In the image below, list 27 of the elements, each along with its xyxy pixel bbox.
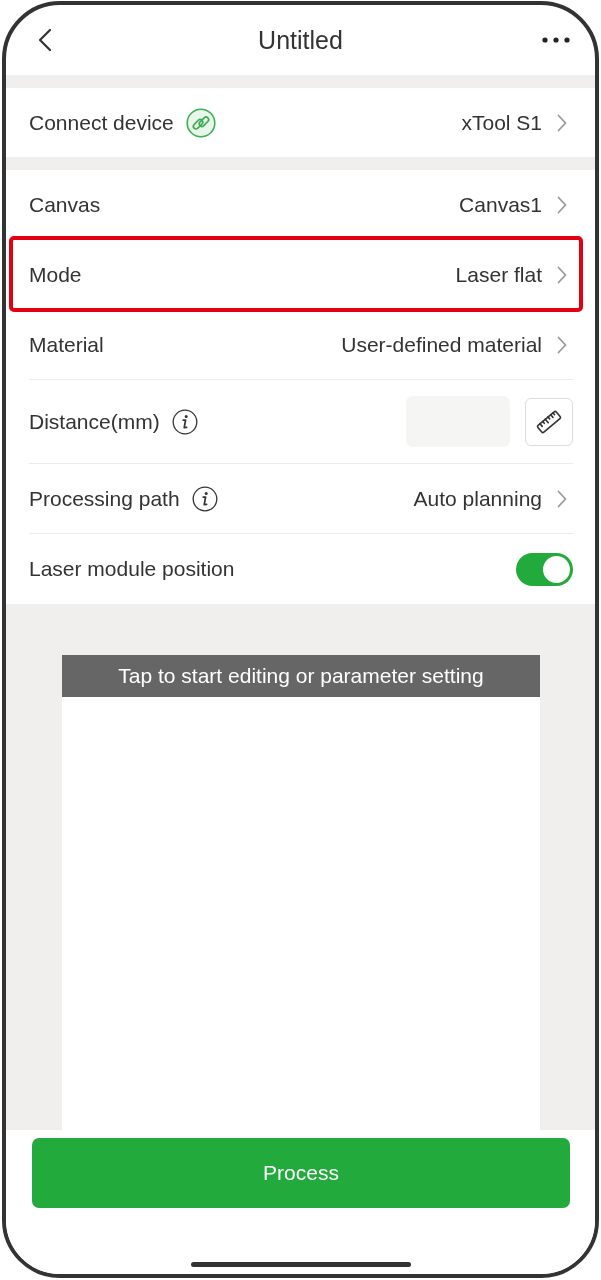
back-icon[interactable]	[37, 28, 53, 52]
setting-label: Processing path	[29, 486, 180, 511]
setting-value[interactable]: Laser flat	[455, 262, 542, 287]
more-icon[interactable]	[542, 37, 570, 43]
page-title: Untitled	[258, 25, 343, 55]
chevron-icon[interactable]	[557, 113, 567, 132]
setting-value[interactable]: Canvas1	[459, 192, 542, 217]
setting-label: Laser module position	[29, 557, 235, 581]
setting-value[interactable]: User-defined material	[341, 332, 542, 357]
chevron-icon[interactable]	[557, 335, 567, 354]
info-icon[interactable]	[191, 485, 218, 512]
chevron-icon[interactable]	[557, 489, 567, 508]
setting-label: Mode	[29, 262, 82, 287]
setting-value[interactable]: Auto planning	[413, 486, 542, 511]
chevron-icon[interactable]	[557, 265, 567, 284]
setting-value[interactable]: xTool S1	[461, 110, 542, 135]
toggle-switch[interactable]	[516, 552, 573, 586]
setting-label: Connect device	[29, 110, 174, 135]
measure-button[interactable]	[525, 397, 573, 446]
info-icon[interactable]	[171, 408, 198, 435]
setting-label: Material	[29, 332, 104, 357]
canvas-banner[interactable]: Tap to start editing or parameter setting	[62, 655, 540, 697]
canvas-area[interactable]: Tap to start editing or parameter setting	[62, 655, 540, 1130]
setting-label: Distance(mm)	[29, 409, 160, 434]
chevron-icon[interactable]	[557, 195, 567, 214]
link-icon[interactable]	[185, 107, 216, 138]
setting-label: Canvas	[29, 192, 101, 217]
